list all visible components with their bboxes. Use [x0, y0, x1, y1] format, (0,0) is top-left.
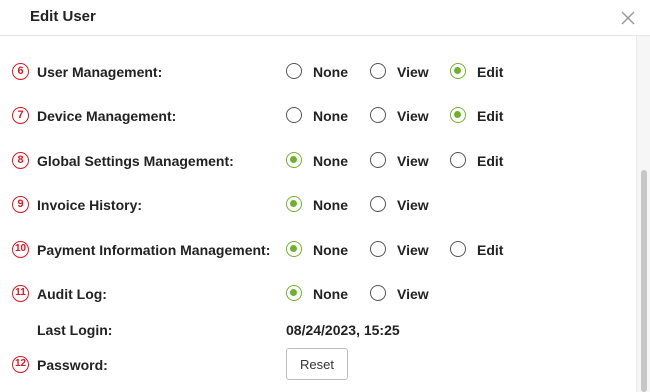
step-marker: 8: [12, 152, 29, 169]
radio-label: Edit: [477, 108, 504, 124]
radio-button[interactable]: [286, 63, 302, 79]
radio-label: View: [397, 64, 429, 80]
radio-button-selected[interactable]: [286, 196, 302, 212]
radio-button[interactable]: [286, 107, 302, 123]
radio-button[interactable]: [450, 241, 466, 257]
row-device-management: 7 Device Management: None View Edit: [0, 101, 636, 131]
scrollbar-thumb[interactable]: [641, 170, 647, 392]
step-marker: 9: [12, 196, 29, 213]
radio-label: Edit: [477, 64, 504, 80]
radio-label: Edit: [477, 153, 504, 169]
close-icon[interactable]: [618, 8, 638, 28]
row-invoice-history: 9 Invoice History: None View: [0, 190, 636, 220]
last-login-value: 08/24/2023, 15:25: [286, 322, 400, 338]
row-label: Device Management:: [37, 108, 177, 124]
radio-label: None: [313, 286, 348, 302]
radio-label: Edit: [477, 242, 504, 258]
radio-button-selected[interactable]: [286, 285, 302, 301]
radio-label: View: [397, 108, 429, 124]
permissions-form: 6 User Management: None View Edit 7 Devi…: [0, 36, 636, 392]
radio-label: View: [397, 242, 429, 258]
row-label: Invoice History:: [37, 197, 143, 213]
reset-password-button[interactable]: Reset: [286, 348, 348, 380]
radio-label: None: [313, 197, 348, 213]
row-label: User Management:: [37, 64, 163, 80]
step-marker: 12: [12, 356, 29, 373]
password-label: Password:: [37, 357, 108, 373]
step-marker: 11: [12, 285, 29, 302]
row-label: Global Settings Management:: [37, 153, 234, 169]
dialog-title: Edit User: [30, 8, 96, 25]
radio-button-selected[interactable]: [450, 107, 466, 123]
step-marker: 10: [12, 241, 29, 258]
dialog-header: Edit User: [0, 0, 650, 36]
radio-label: None: [313, 108, 348, 124]
last-login-label: Last Login:: [37, 322, 113, 338]
row-last-login: Last Login: 08/24/2023, 15:25: [0, 315, 636, 345]
radio-button-selected[interactable]: [286, 241, 302, 257]
radio-button[interactable]: [450, 152, 466, 168]
radio-label: None: [313, 242, 348, 258]
radio-label: None: [313, 153, 348, 169]
row-label: Payment Information Management:: [37, 242, 271, 258]
radio-button[interactable]: [370, 107, 386, 123]
radio-label: View: [397, 153, 429, 169]
row-global-settings-management: 8 Global Settings Management: None View …: [0, 146, 636, 176]
radio-button-selected[interactable]: [450, 63, 466, 79]
radio-button[interactable]: [370, 285, 386, 301]
radio-label: View: [397, 197, 429, 213]
row-label: Audit Log:: [37, 286, 107, 302]
step-marker: 6: [12, 63, 29, 80]
radio-button[interactable]: [370, 196, 386, 212]
row-audit-log: 11 Audit Log: None View: [0, 279, 636, 309]
radio-button[interactable]: [370, 241, 386, 257]
radio-label: None: [313, 64, 348, 80]
row-user-management: 6 User Management: None View Edit: [0, 57, 636, 87]
step-marker: 7: [12, 107, 29, 124]
radio-button-selected[interactable]: [286, 152, 302, 168]
radio-button[interactable]: [370, 63, 386, 79]
row-password: 12 Password: Reset: [0, 348, 636, 382]
radio-button[interactable]: [370, 152, 386, 168]
row-payment-information-management: 10 Payment Information Management: None …: [0, 235, 636, 265]
radio-label: View: [397, 286, 429, 302]
scrollbar[interactable]: [636, 36, 650, 392]
